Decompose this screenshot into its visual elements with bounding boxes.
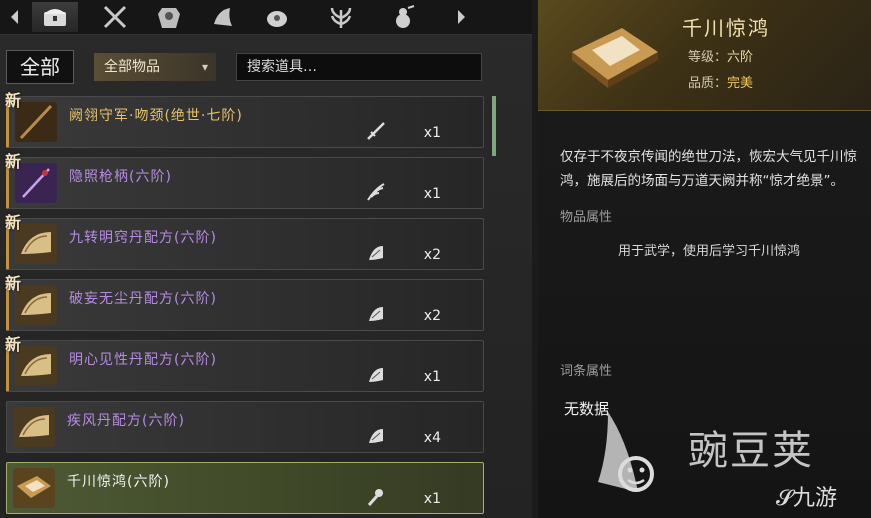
item-description: 仅存于不夜京传闻的绝世刀法，恢宏大气见千川惊鸿，施展后的场面与万道天阙并称“惊才… bbox=[560, 149, 857, 189]
item-row[interactable]: 阙翎守军·吻颈(绝世·七阶) x1 新 bbox=[5, 91, 484, 148]
recipe-scroll-thumbnail-icon bbox=[15, 346, 57, 386]
item-quantity: x1 bbox=[423, 125, 441, 141]
item-quantity: x2 bbox=[423, 308, 441, 324]
pot-icon bbox=[267, 11, 287, 27]
item-name: 疾风丹配方(六阶) bbox=[67, 413, 185, 429]
level-label: 等级： bbox=[688, 50, 728, 65]
item-title: 千川惊鸿 bbox=[682, 16, 770, 40]
armor-icon bbox=[158, 8, 180, 28]
tab-skills[interactable] bbox=[200, 2, 246, 32]
inventory-panel: 全部 全部物品 ▾ 搜索道具… 阙翎守军·吻颈(绝世·七阶) x1 新隐照枪柄(六阶… bbox=[0, 0, 532, 518]
category-dropdown-label: 全部物品 bbox=[104, 59, 160, 75]
new-badge: 新 bbox=[5, 335, 22, 354]
crossed-swords-icon bbox=[103, 5, 127, 29]
category-dropdown[interactable]: 全部物品 ▾ bbox=[94, 53, 216, 81]
item-name: 九转明窍丹配方(六阶) bbox=[69, 230, 217, 246]
search-input[interactable]: 搜索道具… bbox=[236, 53, 482, 81]
quality-label: 品质： bbox=[688, 76, 728, 91]
dropdown-arrow-icon: ▾ bbox=[201, 60, 208, 74]
category-tab-bar bbox=[0, 0, 532, 35]
tab-misc[interactable] bbox=[380, 2, 426, 32]
sword-thumbnail-icon bbox=[15, 102, 57, 142]
item-name: 明心见性丹配方(六阶) bbox=[69, 352, 217, 368]
item-name: 破妄无尘丹配方(六阶) bbox=[69, 291, 217, 307]
item-quantity: x2 bbox=[423, 247, 441, 263]
book-item-icon bbox=[572, 28, 658, 88]
item-row[interactable]: 破妄无尘丹配方(六阶) x2 新 bbox=[5, 274, 484, 331]
nine-game-logo-icon: 𝓢 bbox=[776, 486, 794, 511]
item-quantity: x1 bbox=[423, 186, 441, 202]
recipe-scroll-icon bbox=[365, 425, 387, 447]
new-badge: 新 bbox=[5, 274, 22, 293]
all-filter-label[interactable]: 全部 bbox=[6, 50, 74, 84]
tab-right-arrow-icon[interactable] bbox=[452, 6, 470, 28]
item-quantity: x4 bbox=[423, 430, 441, 446]
item-name: 千川惊鸿(六阶) bbox=[67, 474, 170, 490]
item-detail-panel: 千川惊鸿 等级：六阶 品质：完美 仅存于不夜京传闻的绝世刀法，恢宏大气见千川惊鸿… bbox=[538, 0, 871, 518]
item-quantity: x1 bbox=[423, 491, 441, 507]
recipe-scroll-icon bbox=[365, 303, 387, 325]
new-badge: 新 bbox=[5, 152, 22, 171]
item-row[interactable]: 隐照枪柄(六阶) x1 新 bbox=[5, 152, 484, 209]
new-badge: 新 bbox=[5, 91, 22, 110]
tab-weapons[interactable] bbox=[92, 2, 138, 32]
tab-chest[interactable] bbox=[32, 2, 78, 32]
feather-icon bbox=[365, 181, 387, 203]
watermark-text: 豌豆荚 bbox=[688, 428, 814, 474]
item-name: 阙翎守军·吻颈(绝世·七阶) bbox=[69, 108, 243, 124]
item-attr-text: 用于武学，使用后学习千川惊鸿 bbox=[618, 244, 801, 259]
level-value: 六阶 bbox=[727, 50, 754, 65]
chest-icon bbox=[44, 9, 66, 26]
gourd-icon bbox=[396, 5, 415, 28]
herb-icon bbox=[330, 7, 352, 28]
detail-header: 千川惊鸿 等级：六阶 品质：完美 bbox=[538, 0, 871, 111]
item-name: 隐照枪柄(六阶) bbox=[69, 169, 172, 185]
item-row[interactable]: 九转明窍丹配方(六阶) x2 新 bbox=[5, 213, 484, 270]
tab-materials[interactable] bbox=[318, 2, 364, 32]
tab-consumables[interactable] bbox=[254, 2, 300, 32]
item-row[interactable]: 千川惊鸿(六阶) x1 bbox=[6, 462, 484, 514]
recipe-scroll-icon bbox=[365, 364, 387, 386]
recipe-scroll-thumbnail-icon bbox=[13, 407, 55, 447]
item-row[interactable]: 疾风丹配方(六阶) x4 bbox=[6, 401, 484, 453]
item-attr-title: 物品属性 bbox=[560, 210, 613, 225]
watermark-sub: 𝓢九游 bbox=[776, 480, 837, 512]
entry-attr-title: 词条属性 bbox=[560, 364, 613, 379]
level-row: 等级：六阶 bbox=[688, 46, 753, 65]
tab-armor[interactable] bbox=[146, 2, 192, 32]
filter-row: 全部 全部物品 ▾ 搜索道具… bbox=[6, 50, 486, 84]
scroll-icon bbox=[214, 8, 232, 26]
list-scrollbar[interactable] bbox=[492, 96, 496, 156]
watermark-sub-text: 九游 bbox=[793, 486, 838, 511]
quality-row: 品质：完美 bbox=[688, 72, 753, 91]
skill-scroll-thumbnail-icon bbox=[13, 468, 55, 508]
recipe-scroll-icon bbox=[365, 242, 387, 264]
recipe-scroll-thumbnail-icon bbox=[15, 224, 57, 264]
feather-thumbnail-icon bbox=[15, 163, 57, 203]
skill-scroll-icon bbox=[365, 486, 387, 508]
item-quantity: x1 bbox=[423, 369, 441, 385]
sword-icon bbox=[365, 120, 387, 142]
item-row[interactable]: 明心见性丹配方(六阶) x1 新 bbox=[5, 335, 484, 392]
quality-value: 完美 bbox=[727, 76, 754, 91]
recipe-scroll-thumbnail-icon bbox=[15, 285, 57, 325]
new-badge: 新 bbox=[5, 213, 22, 232]
tab-left-arrow-icon[interactable] bbox=[6, 6, 24, 28]
